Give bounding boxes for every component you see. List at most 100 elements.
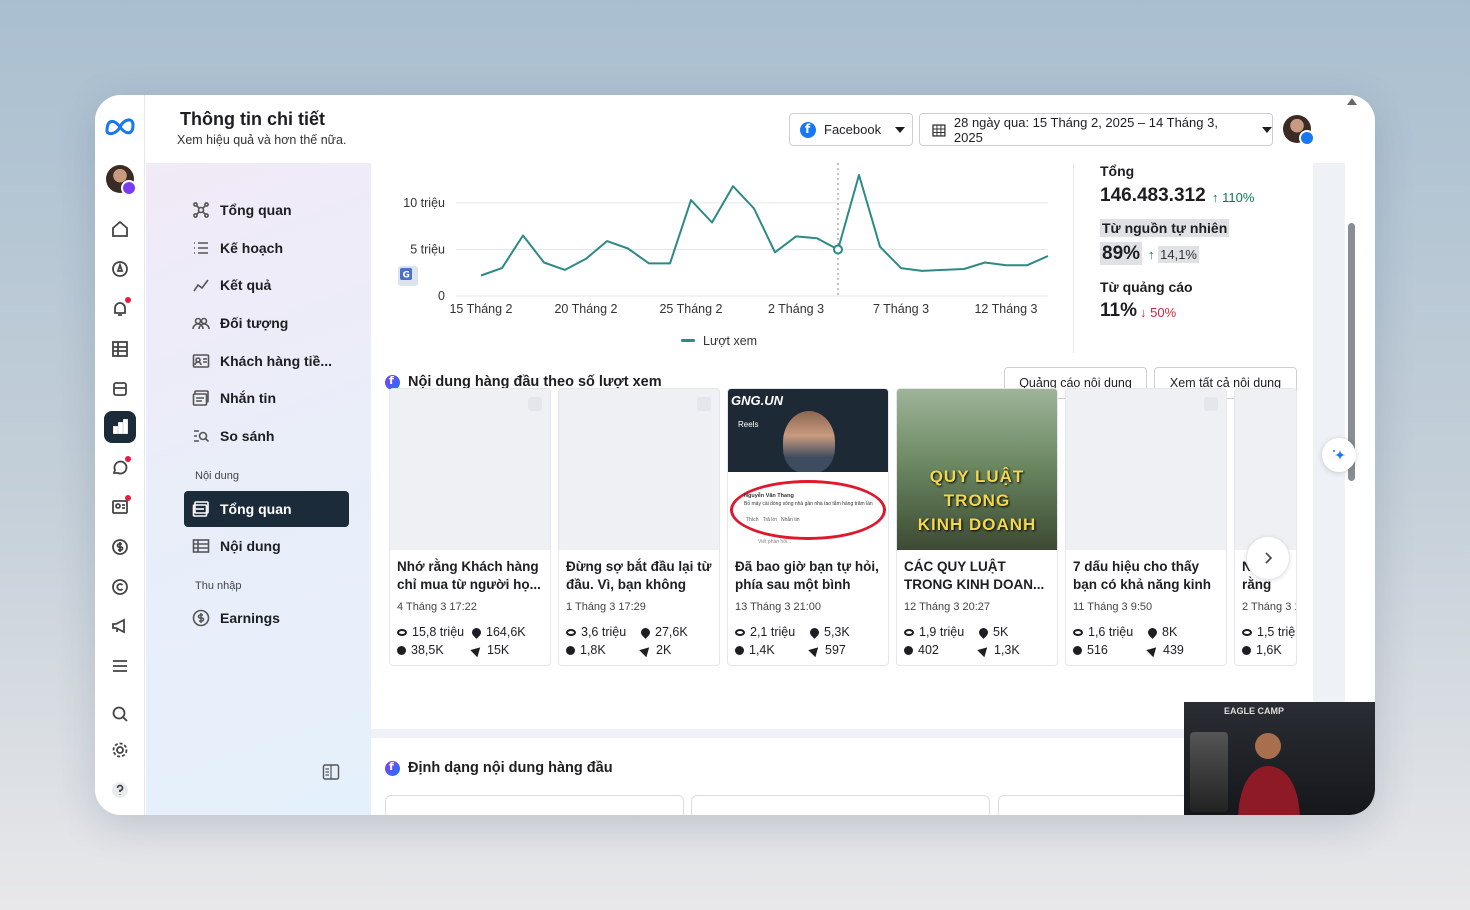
reactions-value: 5K (993, 625, 1009, 639)
heart-icon (808, 625, 821, 639)
date-range-dropdown[interactable]: 28 ngày qua: 15 Tháng 2, 2025 – 14 Tháng… (919, 113, 1273, 146)
x-tick-label: 20 Tháng 2 (554, 302, 617, 316)
legend-label: Lượt xem (703, 334, 757, 348)
sidebar-item-content-overview[interactable]: Tổng quan (184, 491, 349, 527)
select-checkbox[interactable] (528, 397, 542, 411)
share-icon (808, 643, 822, 657)
views-metric: 2,1 triệu (735, 625, 795, 639)
post-date: 11 Tháng 3 9:50 (1073, 601, 1153, 613)
menu-icon[interactable] (104, 650, 136, 682)
sidebar-item-label: Nhắn tin (220, 390, 276, 406)
content-card[interactable]: 7 dấu hiệu cho thấy bạn có khả năng kinh… (1065, 388, 1227, 666)
page-avatar[interactable] (1283, 115, 1315, 146)
highlight-circle (730, 480, 886, 540)
content-card[interactable]: Đừng sợ bắt đầu lại từ đầu. Vì, bạn khôn… (558, 388, 720, 666)
sidebar-item-compare[interactable]: So sánh (184, 418, 349, 454)
headline-line: TRONG (943, 491, 1011, 510)
copyright-icon[interactable] (104, 571, 136, 603)
section-label-income: Thu nhập (195, 580, 242, 592)
chat-icon[interactable] (104, 452, 136, 484)
post-thumbnail (1235, 389, 1296, 550)
sidebar-item-overview[interactable]: Tổng quan (184, 192, 349, 228)
format-tile[interactable] (385, 795, 684, 815)
dollar-circle-icon[interactable] (104, 531, 136, 563)
stage-light (1190, 732, 1228, 812)
page-subtitle: Xem hiệu quả và hơn thế nữa. (177, 133, 347, 147)
post-title: CÁC QUY LUẬT TRONG KINH DOAN... (904, 559, 1045, 592)
meta-logo-icon[interactable] (104, 115, 136, 137)
ads-label: Từ quảng cáo (1100, 279, 1193, 295)
y-tick-label: 10 triệu (403, 196, 445, 210)
post-title: Đã bao giờ bạn tự hỏi, phía sau một bình… (735, 559, 879, 592)
y-tick-label: 0 (438, 289, 445, 303)
scroll-up-arrow-icon[interactable] (1347, 98, 1357, 105)
presenter-video-overlay: EAGLE CAMP (1184, 702, 1375, 815)
table-icon[interactable] (104, 333, 136, 365)
comment-icon (1073, 645, 1082, 655)
arrow-up-icon: ↑ (1212, 190, 1223, 205)
headline-line: KINH DOANH (917, 515, 1037, 534)
compass-icon[interactable] (104, 253, 136, 285)
bell-icon[interactable] (104, 293, 136, 325)
help-icon[interactable] (104, 774, 136, 806)
reactions-value: 8K (1162, 625, 1178, 639)
comment-icon (397, 645, 406, 655)
overview-icon (193, 202, 209, 218)
ai-assistant-button[interactable] (1322, 438, 1356, 472)
content-card[interactable]: Nhớ rằng Khách hàng chỉ mua từ người họ.… (389, 388, 551, 666)
thumbnail-headline: QUY LUẬT TRONG KINH DOANH (897, 465, 1057, 537)
y-tick-label: 5 triệu (410, 242, 445, 256)
sidebar-item-earnings[interactable]: Earnings (184, 600, 349, 636)
sidebar-item-label: Khách hàng tiề... (220, 353, 333, 369)
organic-label-text: Từ nguồn tự nhiên (1100, 219, 1230, 237)
contacts-icon[interactable] (104, 491, 136, 523)
ads-value: 11% (1100, 300, 1137, 321)
arrow-up-icon: ↑ (1148, 247, 1159, 262)
platform-label: Facebook (824, 122, 882, 137)
total-change-value: 110% (1222, 190, 1255, 205)
translate-icon[interactable]: G (398, 266, 418, 286)
collapse-sidebar-icon[interactable] (322, 763, 340, 781)
post-date: 13 Tháng 3 21:00 (735, 601, 822, 613)
reactions-value: 27,6K (655, 625, 688, 639)
carousel-next-button[interactable] (1246, 536, 1290, 580)
views-metric: 15,8 triệu (397, 625, 464, 639)
sparkle-icon (1333, 449, 1346, 461)
eye-icon (1242, 628, 1252, 636)
sidebar-item-audience[interactable]: Đối tượng (184, 305, 349, 341)
views-line-chart[interactable]: 0 5 triệu 10 triệu 15 Tháng 2 20 Tháng 2 25 T… (371, 163, 1071, 361)
total-label: Tổng (1100, 163, 1135, 179)
post-date: 2 Tháng 3 1 (1242, 601, 1297, 613)
format-tile[interactable] (691, 795, 990, 815)
total-value: 146.483.312 (1100, 185, 1206, 206)
content-card[interactable]: Nhớ rằng nhiều tiề... 2 Tháng 3 1 1,5 tr… (1234, 388, 1297, 666)
sidebar-item-content[interactable]: Nội dung (184, 528, 349, 564)
commenter-name: Nguyễn Văn Thang (744, 493, 794, 499)
sidebar-item-plan[interactable]: Kế hoạch (184, 230, 349, 266)
platform-dropdown[interactable]: Facebook (789, 113, 913, 146)
insights-sidebar: Tổng quan Kế hoạch Kết quả Đối tượng Khá… (146, 163, 371, 815)
reactions-value: 5,3K (824, 625, 850, 639)
profile-avatar[interactable] (106, 165, 137, 196)
select-checkbox[interactable] (697, 397, 711, 411)
sidebar-item-leads[interactable]: Khách hàng tiề... (184, 343, 349, 379)
home-icon[interactable] (104, 213, 136, 245)
megaphone-icon[interactable] (104, 610, 136, 642)
headline-line: QUY LUẬT (929, 467, 1025, 486)
content-card[interactable]: GNG.UN Reels Nguyễn Văn Thang Bỏ máy cái… (727, 388, 889, 666)
post-title: 7 dấu hiệu cho thấy bạn có khả năng kinh… (1073, 559, 1212, 592)
select-checkbox[interactable] (1204, 397, 1218, 411)
comments-value: 516 (1087, 643, 1108, 657)
post-title: Nhớ rằng Khách hàng chỉ mua từ người họ.… (397, 559, 541, 592)
content-card[interactable]: QUY LUẬT TRONG KINH DOANH CÁC QUY LUẬT T… (896, 388, 1058, 666)
search-icon[interactable] (104, 698, 136, 730)
gear-icon[interactable] (104, 734, 136, 766)
insights-icon[interactable] (104, 411, 136, 443)
format-tile[interactable] (998, 795, 1198, 815)
comments-value: 38,5K (411, 643, 444, 657)
sidebar-item-results[interactable]: Kết quả (184, 267, 349, 303)
pages-icon[interactable] (104, 373, 136, 405)
views-value: 2,1 triệu (750, 625, 796, 639)
comment-icon (904, 645, 913, 655)
sidebar-item-messaging[interactable]: Nhắn tin (184, 380, 349, 416)
